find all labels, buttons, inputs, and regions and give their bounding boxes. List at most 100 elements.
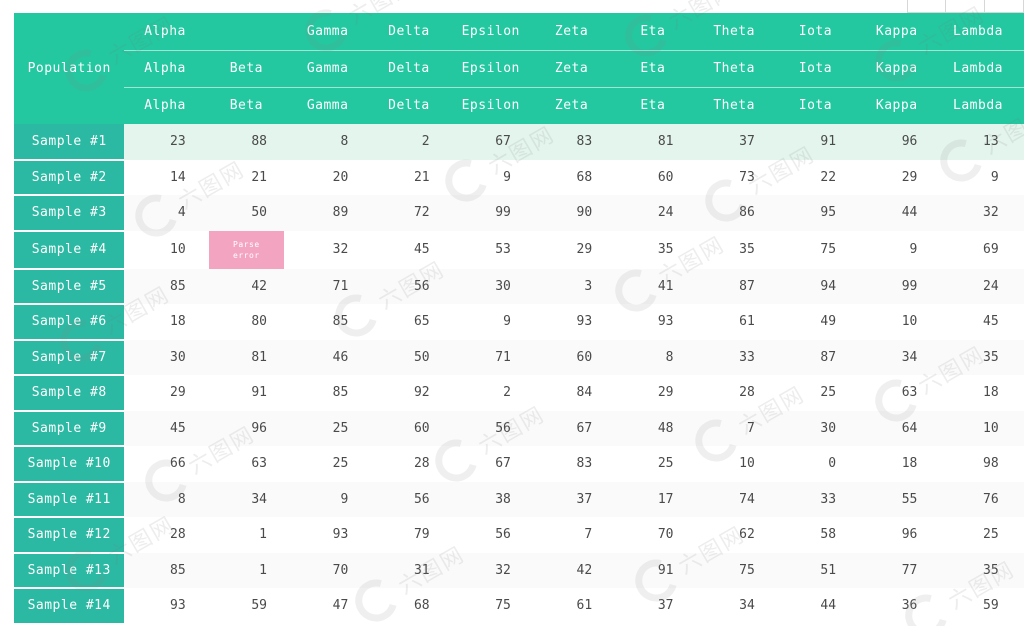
data-cell[interactable]: 8 (287, 124, 369, 160)
data-cell[interactable]: 71 (449, 339, 531, 375)
data-cell[interactable]: 24 (937, 268, 1019, 304)
data-cell[interactable]: 75 (774, 230, 857, 269)
data-cell[interactable]: 23 (124, 124, 206, 160)
column-subsubheader-gamma[interactable]: Gamma (287, 86, 369, 124)
column-subheader-gamma[interactable]: Gamma (287, 49, 369, 87)
column-header-zeta[interactable]: Zeta (530, 13, 613, 50)
column-header-gamma[interactable]: Gamma (287, 13, 369, 50)
data-cell[interactable]: 56 (449, 410, 531, 446)
data-cell[interactable]: 50 (368, 339, 450, 375)
column-subsubheader-zeta[interactable]: Zeta (530, 86, 613, 124)
data-cell[interactable]: 0 (774, 446, 857, 482)
data-cell[interactable]: 24 (612, 195, 694, 231)
data-cell[interactable]: 14 (124, 159, 206, 195)
data-cell[interactable]: 22 (774, 159, 857, 195)
data-cell[interactable]: 42 (205, 268, 287, 304)
data-cell[interactable]: 85 (124, 268, 206, 304)
data-cell[interactable]: 9 (856, 230, 938, 269)
data-cell[interactable]: 21 (368, 159, 450, 195)
data-cell[interactable]: 92 (1018, 446, 1024, 482)
data-cell[interactable]: 40 (1018, 517, 1024, 553)
data-cell[interactable]: 66 (124, 446, 206, 482)
data-cell[interactable]: 46 (287, 339, 369, 375)
data-cell[interactable]: 95 (1018, 481, 1024, 517)
data-cell[interactable]: 69 (937, 230, 1019, 269)
data-cell[interactable]: 74 (693, 481, 775, 517)
data-cell[interactable]: 79 (368, 517, 450, 553)
data-cell[interactable]: 3 (530, 268, 613, 304)
data-cell[interactable]: 9 (449, 159, 531, 195)
data-cell[interactable]: 98 (937, 446, 1019, 482)
data-cell[interactable]: 71 (287, 268, 369, 304)
column-subheader-zeta[interactable]: Zeta (530, 49, 613, 87)
data-cell[interactable]: 93 (287, 517, 369, 553)
data-cell[interactable]: 75 (693, 552, 775, 588)
column-subsubheader-lambda[interactable]: Lambda (937, 86, 1019, 124)
data-cell[interactable]: 53 (1018, 552, 1024, 588)
data-cell[interactable]: 89 (287, 195, 369, 231)
column-subheader-lambda[interactable]: Lambda (937, 49, 1019, 87)
data-cell[interactable]: 29 (612, 375, 694, 411)
column-subheader-beta[interactable]: Beta (205, 49, 287, 87)
data-cell[interactable]: 72 (368, 195, 450, 231)
data-cell[interactable]: 33 (693, 339, 775, 375)
table-row[interactable]: Sample #118349563837177433557695 (14, 481, 1024, 518)
table-row[interactable]: Sample #730814650716083387343574 (14, 339, 1024, 376)
data-cell[interactable]: 25 (937, 517, 1019, 553)
table-row[interactable]: Sample #1066632528678325100189892 (14, 446, 1024, 483)
data-cell[interactable]: 35 (612, 230, 694, 269)
column-subheader-alpha[interactable]: Alpha (124, 49, 206, 87)
data-cell[interactable]: 94 (774, 268, 857, 304)
data-cell[interactable]: 56 (449, 517, 531, 553)
data-cell[interactable]: 1 (205, 552, 287, 588)
data-cell[interactable]: 63 (856, 375, 938, 411)
column-subheader-eta[interactable]: Eta (612, 49, 694, 87)
data-cell[interactable]: 32 (449, 552, 531, 588)
row-label[interactable]: Sample #13 (14, 552, 125, 589)
data-cell[interactable]: 67 (449, 124, 531, 160)
data-cell[interactable]: 88 (205, 124, 287, 160)
data-cell[interactable]: 44 (774, 588, 857, 624)
data-cell[interactable]: 95 (1018, 588, 1024, 624)
data-cell[interactable]: 96 (856, 517, 938, 553)
data-cell[interactable]: 18 (937, 375, 1019, 411)
data-cell[interactable]: 30 (774, 410, 857, 446)
row-label[interactable]: Sample #11 (14, 481, 125, 518)
data-cell[interactable]: 47 (287, 588, 369, 624)
data-cell[interactable]: 81 (612, 124, 694, 160)
column-subsubheader-beta[interactable]: Beta (205, 86, 287, 124)
data-cell[interactable]: 34 (205, 481, 287, 517)
data-cell[interactable]: 25 (774, 375, 857, 411)
data-cell[interactable]: 96 (205, 410, 287, 446)
data-cell[interactable]: 95 (774, 195, 857, 231)
data-cell[interactable]: 85 (287, 375, 369, 411)
data-cell[interactable]: 81 (205, 339, 287, 375)
column-header-lambda[interactable]: Lambda (937, 13, 1019, 50)
data-cell[interactable]: 30 (449, 268, 531, 304)
data-cell[interactable]: 32 (287, 230, 369, 269)
data-cell[interactable]: 34 (856, 339, 938, 375)
table-row[interactable]: Sample #1385170313242917551773553 (14, 552, 1024, 589)
column-header-theta[interactable]: Theta (693, 13, 775, 50)
data-cell[interactable]: 7 (530, 517, 613, 553)
row-label[interactable]: Sample #7 (14, 339, 125, 376)
data-cell[interactable]: 35 (693, 230, 775, 269)
data-cell[interactable]: 29 (530, 230, 613, 269)
data-cell[interactable]: 63 (205, 446, 287, 482)
column-subsubheader-eta[interactable]: Eta (612, 86, 694, 124)
data-cell[interactable]: 8 (124, 481, 206, 517)
data-cell[interactable]: 93 (124, 588, 206, 624)
data-cell[interactable]: 56 (368, 268, 450, 304)
data-cell[interactable]: 37 (612, 588, 694, 624)
row-label[interactable]: Sample #4 (14, 230, 125, 270)
data-cell[interactable]: 59 (205, 588, 287, 624)
data-cell[interactable]: 93 (612, 304, 694, 340)
data-cell[interactable]: 25 (287, 446, 369, 482)
data-cell[interactable]: 99 (449, 195, 531, 231)
table-row[interactable]: Sample #21421202196860732229949 (14, 159, 1024, 196)
data-cell[interactable]: 9 (937, 159, 1019, 195)
table-row[interactable]: Sample #829918592284292825631897 (14, 375, 1024, 412)
data-cell[interactable]: 70 (612, 517, 694, 553)
data-cell[interactable]: 86 (693, 195, 775, 231)
data-cell[interactable]: 48 (612, 410, 694, 446)
